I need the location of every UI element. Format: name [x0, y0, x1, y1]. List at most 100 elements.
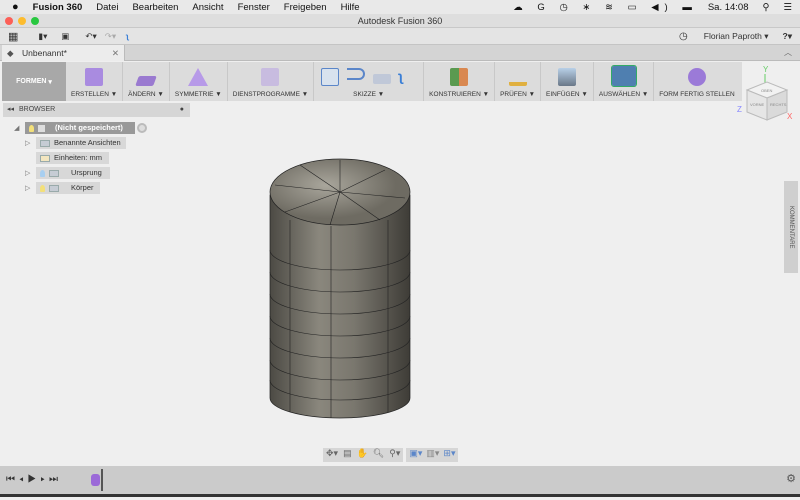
timeline-settings-icon[interactable]: ⚙ — [786, 472, 796, 485]
visual-style-icon[interactable]: ▥▾ — [426, 448, 439, 462]
label: PRÜFEN ▼ — [500, 91, 536, 98]
orbit-icon[interactable]: ✥▾ — [326, 448, 338, 462]
mac-menubar: ● Fusion 360 Datei Bearbeiten Ansicht Fe… — [0, 0, 800, 14]
tab-unbenannt[interactable]: ◆ Unbenannt* ✕ — [2, 45, 125, 61]
label: DIENSTPROGRAMME ▼ — [232, 91, 309, 98]
collapse-ribbon-icon[interactable]: ︿ — [784, 47, 792, 58]
apple-icon[interactable]: ● — [12, 1, 19, 13]
menu-bearbeiten[interactable]: Bearbeiten — [132, 2, 178, 13]
help-icon[interactable]: ?▾ — [783, 31, 792, 42]
cube-top: OBEN — [761, 88, 772, 93]
menu-datei[interactable]: Datei — [96, 2, 118, 13]
axis-x-label: X — [787, 112, 793, 121]
ribbon-konstruieren[interactable]: KONSTRUIEREN ▼ — [424, 62, 496, 101]
tree-label: Benannte Ansichten — [54, 138, 121, 147]
expand-icon[interactable]: ▷ — [25, 139, 30, 147]
ribbon-auswaehlen[interactable]: AUSWÄHLEN ▼ — [594, 62, 655, 101]
play-icon[interactable]: ▶ — [28, 474, 41, 485]
go-to-start-icon[interactable]: ⏮ — [6, 474, 19, 485]
visibility-bulb-icon[interactable] — [29, 124, 34, 132]
timeline-marker[interactable] — [101, 469, 103, 491]
label: EINFÜGEN ▼ — [546, 91, 588, 98]
ribbon-pruefen[interactable]: PRÜFEN ▼ — [495, 62, 542, 101]
clock[interactable]: Sa. 14:08 — [708, 2, 749, 13]
user-menu[interactable]: Florian Paproth ▾ — [704, 31, 769, 42]
tree-item-benannte-ansichten[interactable]: Benannte Ansichten — [36, 137, 126, 149]
tree-label: Körper — [71, 183, 94, 192]
timeline: ⏮◂▶▸⏭ ⚙ — [0, 466, 800, 497]
tree-root[interactable]: (Nicht gespeichert) — [25, 122, 135, 134]
display-settings-icon[interactable]: ▣▾ — [409, 448, 422, 462]
tree-label: Ursprung — [71, 168, 102, 177]
visibility-bulb-icon[interactable] — [40, 184, 45, 192]
pan-icon[interactable]: ✋ — [357, 448, 368, 462]
ribbon: FORMEN ▾ ERSTELLEN ▼ ÄNDERN ▼ SYMMETRIE … — [2, 62, 742, 101]
ribbon-erstellen[interactable]: ERSTELLEN ▼ — [66, 62, 124, 101]
user-name: Florian Paproth — [703, 30, 762, 41]
close-tab-icon[interactable]: ✕ — [112, 45, 119, 61]
browser-header[interactable]: ◂◂ BROWSER ● — [3, 103, 190, 117]
menu-hilfe[interactable]: Hilfe — [341, 2, 360, 13]
finish-form-icon — [687, 68, 706, 86]
job-status-icon[interactable]: ◷ — [679, 31, 688, 42]
activate-radio-icon[interactable] — [137, 123, 147, 133]
folder-icon — [40, 139, 50, 147]
undo-icon[interactable]: ↶▾ — [85, 31, 96, 42]
fit-icon[interactable]: ⚲▾ — [389, 448, 400, 462]
status-icons[interactable]: ☁ G ◷ ∗ ≋ ▭ ◀) ▬ — [513, 2, 698, 13]
ribbon-skizze[interactable]: ʅ SKIZZE ▼ — [314, 62, 425, 101]
redo-icon[interactable]: ↷▾ — [105, 31, 116, 42]
menu-fenster[interactable]: Fenster — [238, 2, 270, 13]
ribbon-form-fertig-stellen[interactable]: FORM FERTIG STELLEN — [654, 62, 739, 101]
timeline-controls: ⏮◂▶▸⏭ — [6, 474, 62, 485]
quick-access-toolbar: ▦ ▮▾ ▣ ↶▾ ↷▾ ʅ ◷ Florian Paproth ▾ ?▾ — [0, 28, 800, 45]
zoom-icon[interactable]: 🔍︎ — [373, 448, 384, 462]
ribbon-aendern[interactable]: ÄNDERN ▼ — [123, 62, 170, 101]
file-icon[interactable]: ▮▾ — [38, 31, 47, 42]
menu-freigeben[interactable]: Freigeben — [284, 2, 327, 13]
expand-icon[interactable]: ▷ — [25, 184, 30, 192]
step-forward-icon[interactable]: ▸ — [40, 474, 49, 485]
look-at-icon[interactable]: ▤ — [343, 448, 352, 462]
pin-icon[interactable]: ● — [180, 103, 184, 117]
axis-z-label: Z — [737, 105, 742, 114]
zoom-window-button[interactable] — [31, 17, 39, 25]
tree-item-ursprung[interactable]: Ursprung — [36, 167, 110, 179]
tree-item-koerper[interactable]: Körper — [36, 182, 100, 194]
collapse-browser-icon[interactable]: ◂◂ — [7, 103, 14, 117]
cylinder-body-model[interactable] — [260, 150, 420, 425]
close-window-button[interactable] — [5, 17, 13, 25]
axis-y-label: Y — [763, 65, 769, 74]
grid-icon[interactable]: ⊞▾ — [443, 448, 455, 462]
apps-grid-icon[interactable]: ▦ — [8, 30, 18, 43]
app-menu[interactable]: Fusion 360 — [33, 2, 83, 13]
visibility-bulb-icon[interactable] — [40, 169, 45, 177]
save-icon[interactable]: ▣ — [61, 31, 69, 42]
units-icon — [40, 154, 50, 162]
view-cube[interactable]: Y OBEN VORNE RECHTS Z X — [735, 62, 800, 122]
step-back-icon[interactable]: ◂ — [19, 474, 28, 485]
expand-root-icon[interactable]: ◢ — [14, 124, 19, 132]
label: AUSWÄHLEN ▼ — [598, 91, 649, 98]
cube-front: VORNE — [750, 102, 765, 107]
list-icon[interactable]: ☰ — [783, 2, 792, 13]
ribbon-einfuegen[interactable]: EINFÜGEN ▼ — [541, 62, 594, 101]
expand-icon[interactable]: ▷ — [25, 169, 30, 177]
timeline-feature-form-icon[interactable] — [91, 474, 100, 486]
utilities-icon — [261, 68, 280, 86]
cube-right: RECHTS — [770, 102, 787, 107]
workspace-switcher[interactable]: FORMEN ▾ — [2, 62, 66, 101]
menu-ansicht[interactable]: Ansicht — [192, 2, 223, 13]
tree-item-einheiten[interactable]: Einheiten: mm — [36, 152, 109, 164]
folder-icon — [49, 169, 59, 177]
data-panel-icon[interactable]: ʅ — [126, 31, 129, 41]
modify-icon — [135, 76, 157, 86]
minimize-window-button[interactable] — [18, 17, 26, 25]
go-to-end-icon[interactable]: ⏭ — [49, 474, 62, 485]
search-icon[interactable]: ⚲ — [763, 2, 770, 13]
insert-image-icon — [557, 68, 576, 86]
comments-panel[interactable]: KOMMENTARE — [784, 181, 798, 273]
ribbon-dienstprogramme[interactable]: DIENSTPROGRAMME ▼ — [228, 62, 315, 101]
navigation-bar: ✥▾ ▤ ✋ 🔍︎ ⚲▾ ▣▾ ▥▾ ⊞▾ — [323, 448, 478, 462]
ribbon-symmetrie[interactable]: SYMMETRIE ▼ — [170, 62, 228, 101]
